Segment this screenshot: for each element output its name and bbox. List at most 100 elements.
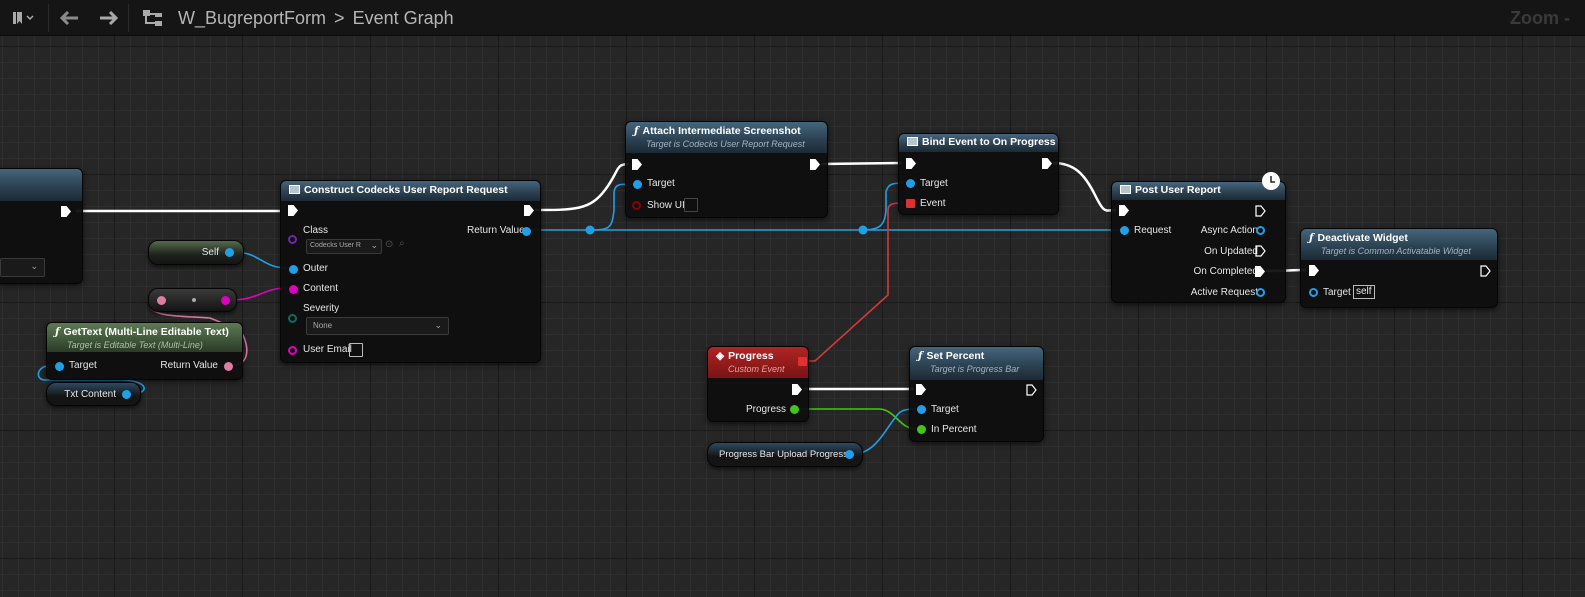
exec-out-pin[interactable] xyxy=(524,205,534,216)
request-pin[interactable] xyxy=(1120,226,1129,235)
target-pin[interactable] xyxy=(633,180,642,189)
target-pin[interactable] xyxy=(55,362,64,371)
self-variable-node[interactable]: Self xyxy=(148,240,244,265)
node-title: Construct Codecks User Report Request xyxy=(304,184,508,196)
severity-label: Severity xyxy=(303,303,340,314)
construct-node[interactable]: Construct Codecks User Report Request Cl… xyxy=(280,180,541,363)
outer-pin[interactable] xyxy=(289,265,298,274)
exec-in-pin[interactable] xyxy=(1119,205,1129,216)
active-request-label: Active Request xyxy=(1190,287,1258,298)
set-percent-node[interactable]: ƒ Set Percent Target is Progress Bar Targe… xyxy=(909,346,1044,442)
event-pin[interactable] xyxy=(906,199,915,208)
node-title: Set Percent xyxy=(926,350,985,362)
event-icon: ◈ xyxy=(716,350,725,362)
active-request-pin[interactable] xyxy=(1256,288,1265,297)
return-value-pin[interactable] xyxy=(522,227,531,236)
class-pin[interactable] xyxy=(288,235,297,244)
gettext-node[interactable]: ƒ GetText (Multi-Line Editable Text) Targe… xyxy=(46,322,243,380)
severity-pin[interactable] xyxy=(288,314,297,323)
node-subtitle: Target is Codecks User Report Request xyxy=(646,139,805,149)
target-pin[interactable] xyxy=(917,405,926,414)
async-action-label: Async Action xyxy=(1200,225,1258,236)
node-subtitle: Target is Editable Text (Multi-Line) xyxy=(67,340,203,350)
conversion-out-pin[interactable] xyxy=(221,296,230,305)
function-icon: ƒ xyxy=(55,326,60,338)
progress-pin[interactable] xyxy=(790,405,799,414)
node-icon xyxy=(907,137,918,146)
exec-in-pin[interactable] xyxy=(288,205,298,216)
progress-custom-event-node[interactable]: ◈ Progress Custom Event Progress xyxy=(707,346,809,422)
exec-out-pin[interactable] xyxy=(792,384,802,395)
target-pin[interactable] xyxy=(906,179,915,188)
exec-in-pin[interactable] xyxy=(916,384,926,395)
dropdown[interactable]: ⌄ xyxy=(0,258,45,277)
back-button[interactable] xyxy=(60,0,80,36)
class-dropdown[interactable]: Codecks User R ⌄ xyxy=(306,239,382,254)
exec-out-pin[interactable] xyxy=(810,159,820,170)
conversion-in-pin[interactable] xyxy=(157,296,166,305)
exec-in-pin[interactable] xyxy=(1309,265,1319,276)
exec-in-pin[interactable] xyxy=(906,158,916,169)
progress-bar-variable-node[interactable]: Progress Bar Upload Progress xyxy=(707,442,863,467)
txt-content-label: Txt Content xyxy=(64,389,116,400)
event-label: Event xyxy=(920,198,946,209)
exec-out-pin[interactable] xyxy=(1042,158,1052,169)
txt-content-pin[interactable] xyxy=(122,390,131,399)
graph-icon xyxy=(142,0,164,36)
breadcrumb-separator: > xyxy=(334,7,345,28)
target-pin[interactable] xyxy=(1309,288,1318,297)
node-icon xyxy=(289,185,300,194)
async-action-pin[interactable] xyxy=(1256,226,1265,235)
progress-bar-pin[interactable] xyxy=(845,450,854,459)
in-percent-pin[interactable] xyxy=(917,425,926,434)
breadcrumb: W_BugreportForm > Event Graph xyxy=(178,0,454,36)
attach-screenshot-node[interactable]: ƒ Attach Intermediate Screenshot Target is… xyxy=(625,121,828,218)
function-icon: ƒ xyxy=(634,125,639,137)
partial-node[interactable]: ⌄ xyxy=(0,168,83,284)
content-pin[interactable] xyxy=(289,285,298,294)
latent-clock-icon xyxy=(1262,172,1280,190)
browse-icon[interactable]: ⊙ xyxy=(385,239,393,250)
severity-dropdown[interactable]: None ⌄ xyxy=(306,317,449,335)
target-value[interactable]: self xyxy=(1353,285,1375,299)
return-value-pin[interactable] xyxy=(224,362,233,371)
node-title: Progress xyxy=(728,350,774,362)
bookmark-button[interactable] xyxy=(12,0,34,36)
delegate-pin[interactable] xyxy=(798,357,807,366)
search-icon[interactable]: ⌕ xyxy=(399,238,405,249)
user-email-input[interactable] xyxy=(349,343,363,357)
self-pin[interactable] xyxy=(225,248,234,257)
show-ui-pin[interactable] xyxy=(632,201,641,210)
request-label: Request xyxy=(1134,225,1172,236)
function-icon: ƒ xyxy=(1309,232,1314,244)
target-label: Target xyxy=(931,404,959,415)
breadcrumb-graph[interactable]: Event Graph xyxy=(353,8,454,29)
node-subtitle: Target is Common Activatable Widget xyxy=(1321,246,1471,256)
on-completed-pin[interactable] xyxy=(1255,266,1265,277)
node-title: Deactivate Widget xyxy=(1317,232,1408,244)
conversion-dot-icon xyxy=(192,298,196,302)
exec-in-pin[interactable] xyxy=(632,159,642,170)
node-title: GetText (Multi-Line Editable Text) xyxy=(63,326,229,338)
zoom-label: Zoom - xyxy=(1510,7,1570,28)
node-title: Post User Report xyxy=(1135,184,1221,196)
progress-label: Progress xyxy=(745,404,786,415)
self-label: Self xyxy=(201,247,219,258)
on-updated-pin[interactable] xyxy=(1255,245,1266,257)
node-title: Bind Event to On Progress xyxy=(922,136,1056,148)
chevron-down-icon: ⌄ xyxy=(434,320,442,330)
exec-out-pin[interactable] xyxy=(1480,265,1491,277)
show-ui-checkbox[interactable] xyxy=(684,198,698,212)
return-value-label: Return Value xyxy=(467,225,525,236)
user-email-pin[interactable] xyxy=(288,346,297,355)
bind-event-node[interactable]: Bind Event to On Progress Target Event xyxy=(898,133,1059,215)
breadcrumb-blueprint[interactable]: W_BugreportForm xyxy=(178,8,326,29)
post-user-report-node[interactable]: Post User Report Request Async Action On… xyxy=(1111,172,1286,303)
deactivate-widget-node[interactable]: ƒ Deactivate Widget Target is Common Activ… xyxy=(1300,228,1498,308)
conversion-node[interactable] xyxy=(148,288,237,312)
forward-button[interactable] xyxy=(98,0,118,36)
txt-content-variable-node[interactable]: Txt Content xyxy=(46,382,141,406)
exec-out-pin[interactable] xyxy=(1026,384,1037,396)
then-exec-pin[interactable] xyxy=(1255,205,1266,217)
exec-out-pin[interactable] xyxy=(61,206,71,217)
